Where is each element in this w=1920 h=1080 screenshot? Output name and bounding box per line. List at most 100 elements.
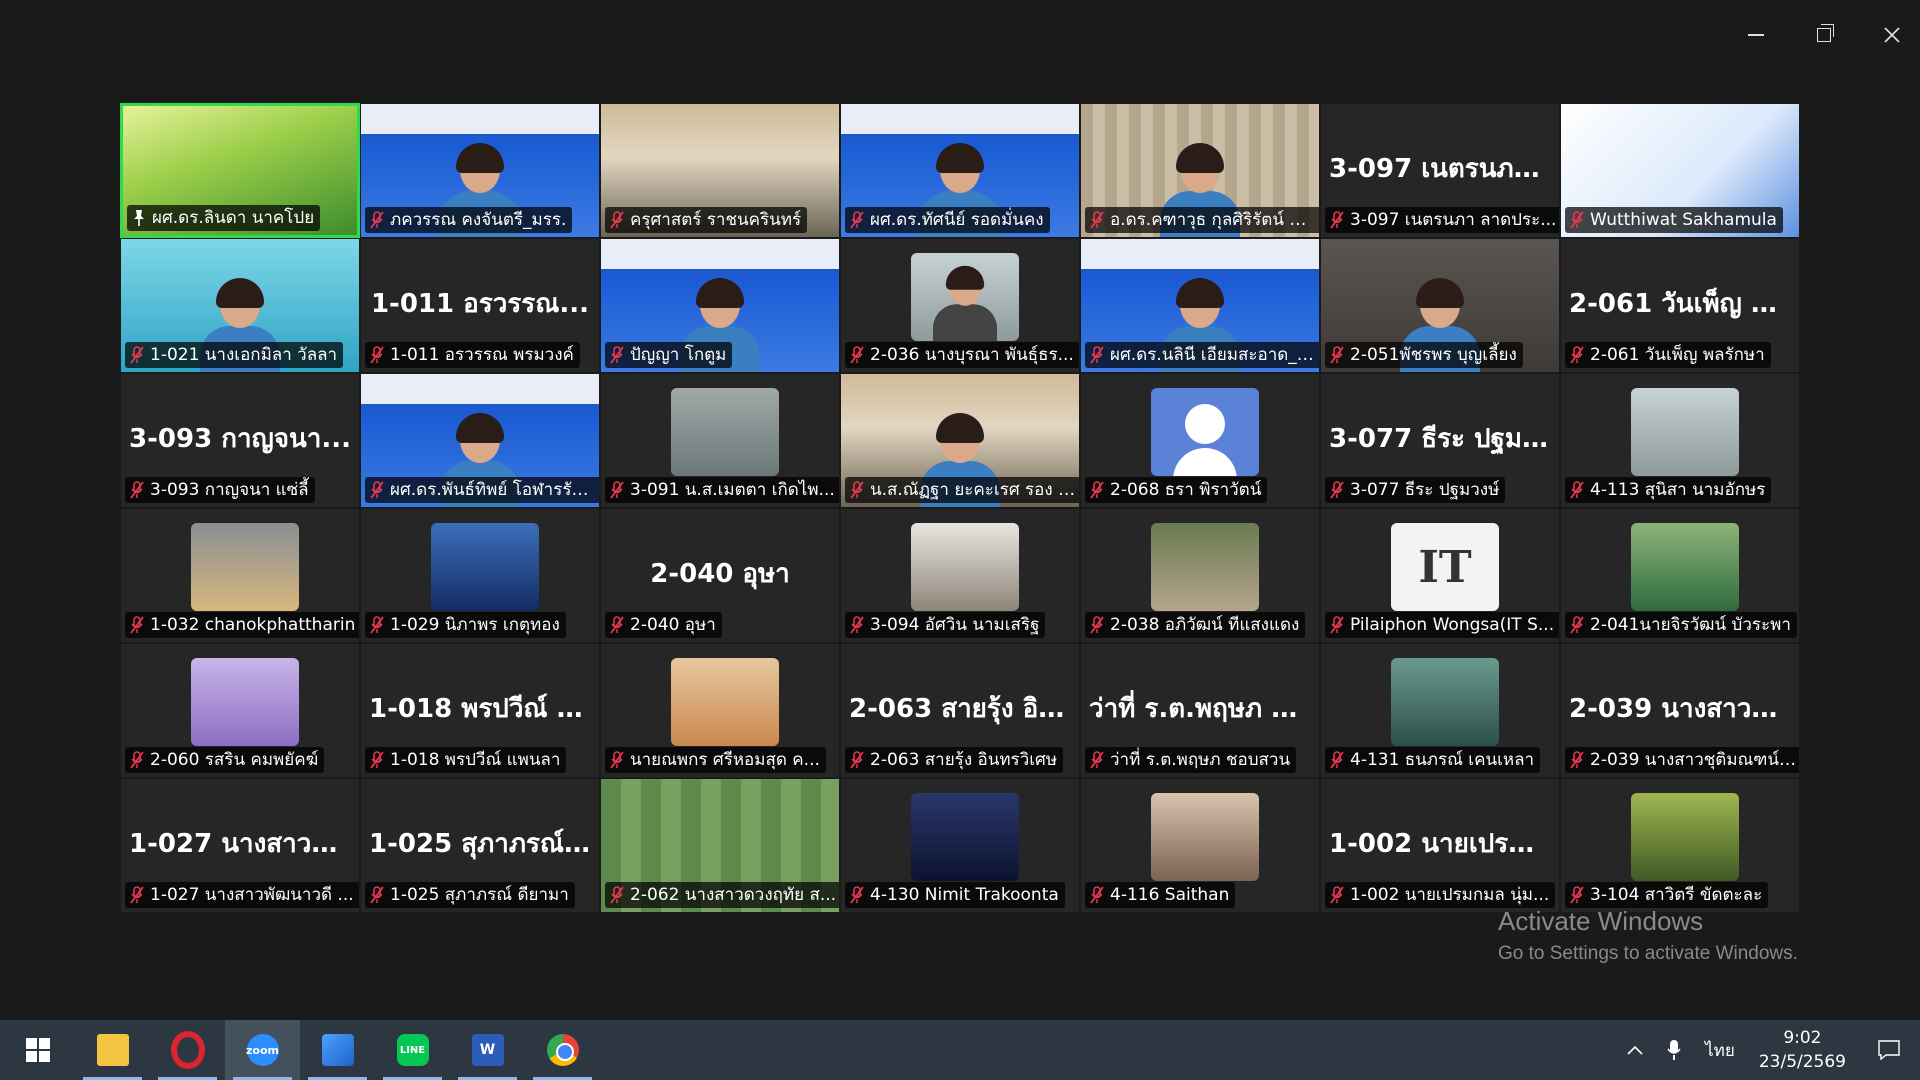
participant-tile[interactable]: ว่าที่ ร.ต.พฤษภ ช... ว่าที่ ร.ต.พฤษภ ชอบส… — [1080, 643, 1320, 778]
notification-icon — [1878, 1040, 1900, 1060]
participant-name-label: 3-104 สาวิตรี ขัดตะละ — [1565, 882, 1769, 908]
participant-tile[interactable]: Wutthiwat Sakhamula — [1560, 103, 1800, 238]
participant-tile[interactable]: 1-025 สุภาภรณ์... 1-025 สุภาภรณ์ ดียามา — [360, 778, 600, 913]
zoom-button[interactable]: zoom — [225, 1020, 300, 1080]
participant-tile[interactable]: ผศ.ดร.พันธ์ทิพย์ โอฬารรัต... — [360, 373, 600, 508]
participant-tile[interactable]: 3-077 ธีระ ปฐม... 3-077 ธีระ ปฐมวงษ์ — [1320, 373, 1560, 508]
participant-name-label: 3-091 น.ส.เมตตา เกิดไพ... — [605, 477, 839, 503]
participant-tile[interactable]: น.ส.ณัฏฐา ยะคะเรศ รอง ผ... — [840, 373, 1080, 508]
participant-tile[interactable]: 2-051พัชรพร บุญเลี้ยง — [1320, 238, 1560, 373]
participant-tile[interactable]: 4-116 Saithan — [1080, 778, 1320, 913]
participant-display-name: 3-077 ธีระ ปฐม... — [1329, 424, 1552, 454]
participant-tile[interactable]: 3-091 น.ส.เมตตา เกิดไพ... — [600, 373, 840, 508]
folder-icon — [96, 1034, 129, 1066]
participant-display-name: 2-040 อุษา — [650, 559, 790, 589]
participant-name: 1-032 chanokphattharin — [150, 615, 356, 635]
minimize-icon — [1748, 34, 1764, 36]
chrome-button[interactable] — [525, 1020, 600, 1080]
participant-tile[interactable]: 3-097 เนตรนภา... 3-097 เนตรนภา ลาดประ... — [1320, 103, 1560, 238]
clock[interactable]: 9:02 23/5/2569 — [1747, 1026, 1858, 1074]
muted-mic-icon — [850, 886, 864, 904]
minimize-button[interactable] — [1732, 18, 1780, 52]
participant-name-label: 2-039 นางสาวชุติมณฑน์ ... — [1565, 747, 1799, 773]
muted-mic-icon — [370, 481, 384, 499]
participant-tile[interactable]: 1-032 chanokphattharin — [120, 508, 360, 643]
language-indicator[interactable]: ไทย — [1693, 1020, 1747, 1080]
muted-mic-icon — [1330, 751, 1344, 769]
participant-name-label: นายณพกร ศรีหอมสุด ค... — [605, 747, 826, 773]
participant-tile[interactable]: 4-113 สุนิสา นามอักษร — [1560, 373, 1800, 508]
participant-tile[interactable]: 1-021 นางเอกมิลา วัลลา — [120, 238, 360, 373]
participant-display-name: 3-097 เนตรนภา... — [1329, 154, 1558, 184]
participant-tile[interactable]: 3-104 สาวิตรี ขัดตะละ — [1560, 778, 1800, 913]
muted-mic-icon — [850, 751, 864, 769]
profile-picture: IT — [1391, 523, 1499, 611]
microphone-tray-button[interactable] — [1655, 1020, 1693, 1080]
participant-thumbnail — [911, 253, 1019, 341]
participant-tile[interactable]: ครุศาสตร์ ราชนครินทร์ — [600, 103, 840, 238]
participant-tile[interactable]: ผศ.ดร.ทัศนีย์ รอดมั่นคง — [840, 103, 1080, 238]
muted-mic-icon — [370, 211, 384, 229]
muted-mic-icon — [850, 211, 864, 229]
participant-tile[interactable]: 4-130 Nimit Trakoonta — [840, 778, 1080, 913]
participant-tile[interactable]: 1-018 พรปวีณ์ แ... 1-018 พรปวีณ์ แพนลา — [360, 643, 600, 778]
participant-tile[interactable]: อ.ดร.คฑาวุธ กุลศิริรัตน์ มรร. — [1080, 103, 1320, 238]
participant-tile[interactable]: ผศ.ดร.ลินดา นาคโปย — [120, 103, 360, 238]
muted-mic-icon — [1570, 211, 1584, 229]
participant-name-label: น.ส.ณัฏฐา ยะคะเรศ รอง ผ... — [845, 477, 1079, 503]
participant-tile[interactable]: ปัญญา โกตูม — [600, 238, 840, 373]
muted-mic-icon — [1570, 616, 1584, 634]
maps-button[interactable] — [300, 1020, 375, 1080]
participant-tile[interactable]: 2-041นายจิรวัฒน์ บัวระพา — [1560, 508, 1800, 643]
participant-name: นายณพกร ศรีหอมสุด ค... — [630, 750, 820, 770]
participant-tile[interactable]: 2-068 ธรา พิราวัตน์ — [1080, 373, 1320, 508]
participant-name: 2-061 วันเพ็ญ พลรักษา — [1590, 345, 1765, 365]
participant-tile[interactable]: 3-093 กาญจนา... 3-093 กาญจนา แซ่ลี้ — [120, 373, 360, 508]
participant-name: ปัญญา โกตูม — [630, 345, 727, 365]
muted-mic-icon — [610, 346, 624, 364]
line-icon: LINE — [396, 1034, 429, 1066]
muted-mic-icon — [1090, 886, 1104, 904]
pin-icon — [134, 210, 144, 226]
participant-tile[interactable]: นายณพกร ศรีหอมสุด ค... — [600, 643, 840, 778]
participant-display-name: 1-011 อรวรรณ... — [370, 289, 590, 319]
participant-tile[interactable]: 1-002 นายเปรม... 1-002 นายเปรมกมล นุ่ม... — [1320, 778, 1560, 913]
participant-tile[interactable]: 2-036 นางบุรณา พันธุ์ธร... — [840, 238, 1080, 373]
opera-button[interactable] — [150, 1020, 225, 1080]
close-icon — [1884, 27, 1900, 43]
participant-tile[interactable]: 1-029 นิภาพร เกตุทอง — [360, 508, 600, 643]
participant-name-label: 2-051พัชรพร บุญเลี้ยง — [1325, 342, 1523, 368]
show-hidden-icons-button[interactable] — [1615, 1020, 1655, 1080]
participant-tile[interactable]: 4-131 ธนภรณ์ เคนเหลา — [1320, 643, 1560, 778]
participant-name-label: ผศ.ดร.ลินดา นาคโปย — [127, 205, 321, 231]
participant-name-label: 1-032 chanokphattharin — [125, 612, 359, 638]
participant-name: ผศ.ดร.นลินี เอียมสะอาด_ม... — [1110, 345, 1317, 365]
participant-tile[interactable]: ผศ.ดร.นลินี เอียมสะอาด_ม... — [1080, 238, 1320, 373]
participant-tile[interactable]: 3-094 อัศวิน นามเสริฐ — [840, 508, 1080, 643]
word-icon: W — [471, 1034, 504, 1066]
participant-tile[interactable]: 2-060 รสริน คมพยัคฆ์ — [120, 643, 360, 778]
participant-tile[interactable]: 2-063 สายรุ้ง อิน... 2-063 สายรุ้ง อินทรว… — [840, 643, 1080, 778]
participant-tile[interactable]: 2-040 อุษา 2-040 อุษา — [600, 508, 840, 643]
line-button[interactable]: LINE — [375, 1020, 450, 1080]
participant-tile[interactable]: 2-061 วันเพ็ญ พ... 2-061 วันเพ็ญ พลรักษา — [1560, 238, 1800, 373]
participant-name: ผศ.ดร.ลินดา นาคโปย — [152, 208, 315, 228]
notifications-button[interactable] — [1858, 1020, 1920, 1080]
microphone-icon — [1667, 1040, 1681, 1060]
participant-tile[interactable]: 2-062 นางสาวดวงฤทัย ส... — [600, 778, 840, 913]
participant-tile[interactable]: IT Pilaiphon Wongsa(IT S... — [1320, 508, 1560, 643]
participant-tile[interactable]: ภควรรณ คงจันตรี_มรร. — [360, 103, 600, 238]
participant-tile[interactable]: 1-027 นางสาวพั... 1-027 นางสาวพัฒนาวดี ..… — [120, 778, 360, 913]
close-button[interactable] — [1868, 18, 1916, 52]
participant-tile[interactable]: 2-039 นางสาวชุ... 2-039 นางสาวชุติมณฑน์ .… — [1560, 643, 1800, 778]
windows-start-button[interactable] — [0, 1020, 75, 1080]
participant-tile[interactable]: 2-038 อภิวัฒน์ ทีแสงแดง — [1080, 508, 1320, 643]
participant-tile[interactable]: 1-011 อรวรรณ... 1-011 อรวรรณ พรมวงค์ — [360, 238, 600, 373]
file-explorer-button[interactable] — [75, 1020, 150, 1080]
muted-mic-icon — [1090, 751, 1104, 769]
word-button[interactable]: W — [450, 1020, 525, 1080]
profile-picture — [671, 658, 779, 746]
restore-button[interactable] — [1800, 18, 1848, 52]
muted-mic-icon — [850, 346, 864, 364]
participant-name-label: 2-061 วันเพ็ญ พลรักษา — [1565, 342, 1771, 368]
